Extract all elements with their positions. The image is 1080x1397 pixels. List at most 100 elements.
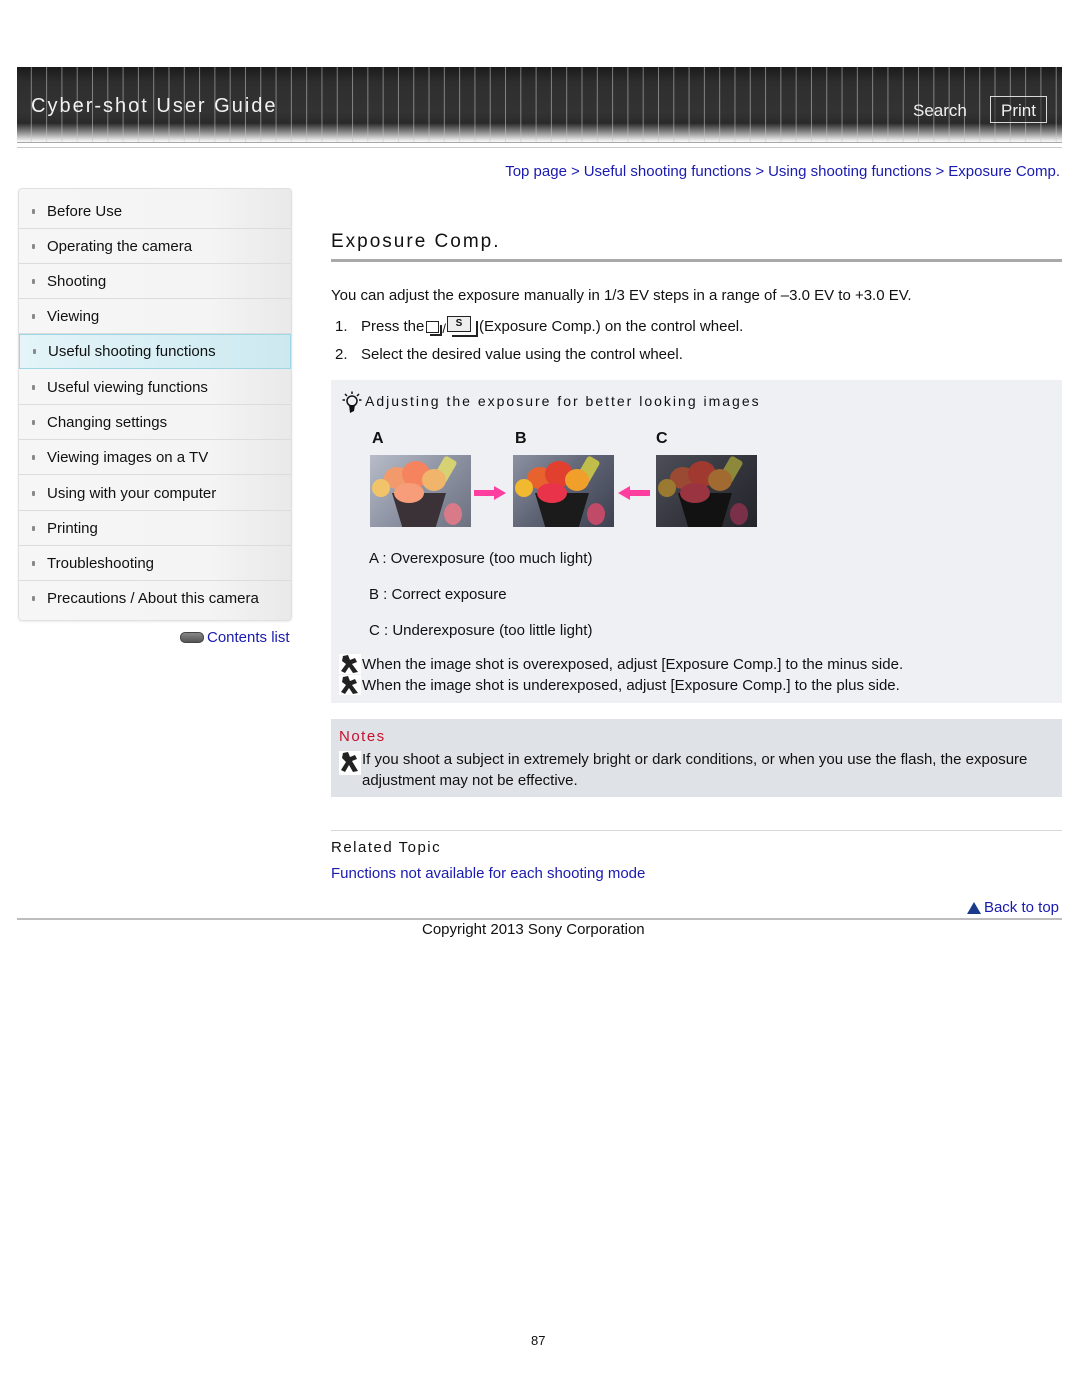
lightbulb-hint-icon — [342, 391, 362, 413]
sidebar-item-label: Operating the camera — [47, 237, 193, 255]
copyright: Copyright 2013 Sony Corporation — [422, 921, 645, 938]
image-label-c: C — [656, 430, 668, 447]
hint-underexposed: When the image shot is underexposed, adj… — [339, 675, 900, 695]
sidebar-item-label: Changing settings — [47, 413, 168, 431]
sidebar-item-operating-the-camera[interactable]: Operating the camera — [19, 229, 291, 264]
legend-b: B : Correct exposure — [369, 586, 507, 603]
breadcrumb-top-page[interactable]: Top page — [505, 163, 567, 180]
notes-title: Notes — [339, 728, 386, 745]
legend-a: A : Overexposure (too much light) — [369, 550, 593, 567]
back-to-top-link[interactable]: Back to top — [966, 899, 1059, 916]
step-2: 2. Select the desired value using the co… — [335, 346, 683, 363]
triangle-up-icon — [966, 901, 981, 914]
banner-baseline — [17, 142, 1062, 143]
correct-exposure-photo — [513, 455, 614, 527]
back-to-top-label: Back to top — [983, 899, 1059, 916]
sidebar-item-label: Useful shooting functions — [48, 343, 216, 360]
hint-overexposed: When the image shot is overexposed, adju… — [339, 654, 903, 674]
print-button[interactable]: Print — [990, 96, 1047, 123]
notes-text: If you shoot a subject in extremely brig… — [362, 751, 1028, 789]
bullet-icon — [31, 278, 36, 285]
sidebar-item-shooting[interactable]: Shooting — [19, 264, 291, 299]
hint-text: When the image shot is overexposed, adju… — [362, 655, 904, 673]
sidebar-nav: Before Use Operating the camera Shooting… — [18, 188, 292, 621]
bullet-icon — [31, 208, 36, 215]
step-text: Select the desired value using the contr… — [361, 346, 683, 363]
sidebar-item-label: Useful viewing functions — [47, 378, 208, 396]
contents-list-icon — [180, 632, 204, 643]
page-number: 87 — [531, 1333, 546, 1348]
step-1: 1. Press the / S (Exposure Comp.) on the… — [335, 316, 744, 337]
tip-title: Adjusting the exposure for better lookin… — [365, 393, 761, 409]
sidebar-item-viewing[interactable]: Viewing — [19, 299, 291, 334]
exposure-comp-button-icon: / S — [426, 316, 478, 337]
arrow-left-icon — [618, 486, 650, 500]
bullet-icon — [31, 454, 36, 461]
guide-title: Cyber-shot User Guide — [31, 95, 278, 117]
image-label-b: B — [515, 430, 527, 447]
note-figure-icon — [339, 751, 361, 775]
contents-list-link[interactable]: Contents list — [180, 629, 290, 646]
breadcrumb-exposure-comp[interactable]: Exposure Comp. — [948, 163, 1060, 180]
sidebar-item-label: Viewing — [47, 307, 100, 325]
sidebar-item-viewing-images-on-a-tv[interactable]: Viewing images on a TV — [19, 440, 291, 475]
underexposed-photo — [656, 455, 757, 527]
sidebar-item-printing[interactable]: Printing — [19, 511, 291, 546]
bullet-icon — [31, 419, 36, 426]
arrow-right-icon — [474, 486, 506, 500]
bullet-icon — [31, 384, 36, 391]
sidebar-item-precautions[interactable]: Precautions / About this camera — [19, 581, 291, 616]
breadcrumb-separator: > — [755, 163, 765, 180]
intro-text: You can adjust the exposure manually in … — [331, 287, 912, 304]
sidebar-item-label: Viewing images on a TV — [47, 448, 209, 466]
sidebar-item-label: Printing — [47, 519, 98, 537]
page-title: Exposure Comp. — [331, 231, 501, 252]
bullet-icon — [32, 348, 37, 355]
step-text-before: Press the — [361, 317, 425, 335]
breadcrumb: Top page > Useful shooting functions > Using… — [505, 163, 1060, 180]
related-divider — [331, 830, 1062, 831]
step-number: 1. — [335, 317, 348, 335]
sidebar-item-before-use[interactable]: Before Use — [19, 194, 291, 229]
search-link[interactable]: Search — [913, 101, 967, 121]
step-number: 2. — [335, 346, 348, 363]
sidebar-item-useful-shooting-functions[interactable]: Useful shooting functions — [19, 334, 291, 369]
drive-mode-icon — [426, 321, 443, 336]
sidebar-item-changing-settings[interactable]: Changing settings — [19, 405, 291, 440]
title-divider — [331, 259, 1062, 262]
tip-box: Adjusting the exposure for better lookin… — [331, 380, 1062, 703]
breadcrumb-separator: > — [570, 163, 580, 180]
image-label-a: A — [372, 430, 384, 447]
sidebar-item-troubleshooting[interactable]: Troubleshooting — [19, 546, 291, 581]
sidebar-item-using-with-your-computer[interactable]: Using with your computer — [19, 476, 291, 511]
bullet-icon — [31, 595, 36, 602]
header-banner: Cyber-shot User Guide Search Print — [17, 67, 1062, 143]
footer-divider — [17, 918, 1062, 920]
breadcrumb-separator: > — [935, 163, 945, 180]
bullet-icon — [31, 525, 36, 532]
notes-box: Notes If you shoot a subject in extremel… — [331, 719, 1062, 797]
sidebar-item-label: Before Use — [47, 202, 123, 220]
hint-figure-icon — [339, 675, 361, 695]
hint-text: When the image shot is underexposed, adj… — [362, 676, 900, 694]
header-divider — [17, 147, 1062, 148]
sidebar-item-label: Shooting — [47, 272, 107, 290]
related-topic-title: Related Topic — [331, 839, 442, 856]
legend-c: C : Underexposure (too little light) — [369, 622, 593, 639]
step-text-after: (Exposure Comp.) on the control wheel. — [479, 317, 744, 335]
breadcrumb-useful-shooting-functions[interactable]: Useful shooting functions — [584, 163, 752, 180]
bullet-icon — [31, 243, 36, 250]
sidebar-item-useful-viewing-functions[interactable]: Useful viewing functions — [19, 370, 291, 405]
bullet-icon — [31, 490, 36, 497]
related-topic-link[interactable]: Functions not available for each shootin… — [331, 865, 645, 882]
contents-list-label: Contents list — [207, 629, 290, 646]
breadcrumb-using-shooting-functions[interactable]: Using shooting functions — [768, 163, 931, 180]
overexposed-photo — [370, 455, 471, 527]
sidebar-item-label: Using with your computer — [47, 484, 217, 502]
sidebar-item-label: Troubleshooting — [47, 554, 155, 572]
exposure-stack-icon: S — [447, 316, 478, 337]
bullet-icon — [31, 313, 36, 320]
hint-figure-icon — [339, 654, 361, 674]
sidebar-item-label: Precautions / About this camera — [47, 590, 259, 607]
bullet-icon — [31, 560, 36, 567]
